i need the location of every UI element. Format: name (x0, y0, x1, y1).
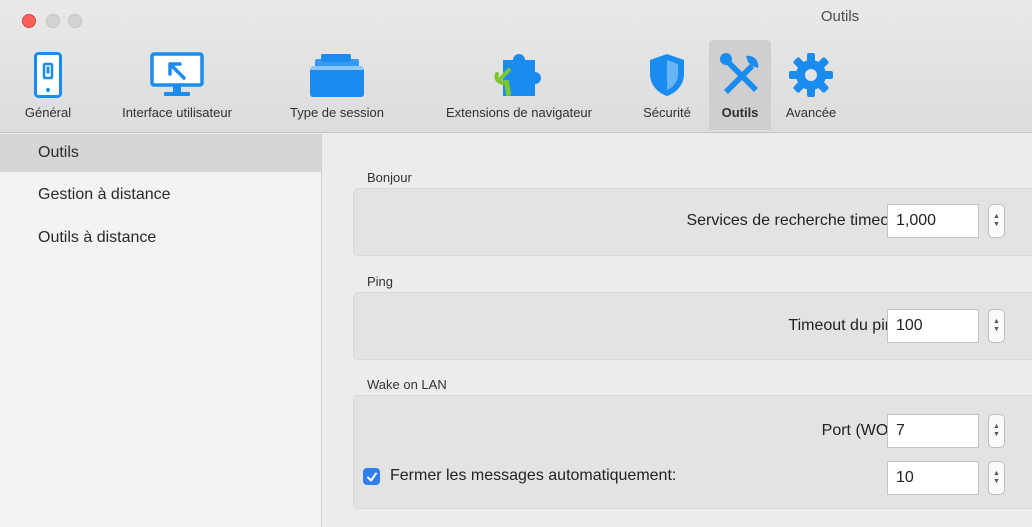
sidebar-item-remote-tools[interactable]: Outils à distance (0, 218, 321, 258)
sidebar: Outils Gestion à distance Outils à dista… (0, 134, 322, 527)
tab-advanced-label: Avancée (785, 105, 837, 120)
ping-timeout-input[interactable] (887, 309, 979, 343)
wol-port-stepper[interactable]: ▲ ▼ (988, 414, 1005, 448)
sidebar-item-remote-management[interactable]: Gestion à distance (0, 175, 321, 215)
preferences-window: Outils Général Interface utilisateur Typ… (0, 0, 1032, 527)
checkmark-icon (366, 472, 377, 481)
wol-group: Port (WOL): ▲▼ Fermer les messages autom… (353, 395, 1032, 509)
tab-advanced[interactable]: Avancée (776, 40, 846, 130)
minimize-window-button[interactable] (46, 14, 60, 28)
tab-general-label: Général (24, 105, 72, 120)
settings-panel: Bonjour Services de recherche timeout: ▲… (323, 134, 1032, 527)
bonjour-group: Services de recherche timeout: ▲▼ (353, 188, 1032, 256)
puzzle-icon (494, 54, 541, 97)
window-title: Outils (820, 8, 860, 25)
shield-icon (650, 54, 684, 96)
tab-browser-extensions-label: Extensions de navigateur (446, 105, 592, 120)
tab-security[interactable]: Sécurité (632, 40, 702, 130)
auto-close-checkbox[interactable] (363, 468, 380, 485)
folder-stack-icon (310, 54, 364, 97)
tab-general[interactable]: Général (14, 40, 82, 130)
ping-timeout-stepper[interactable]: ▲ ▼ (988, 309, 1005, 343)
auto-close-label: Fermer les messages automatiquement: (390, 467, 677, 484)
wol-port-input[interactable] (887, 414, 979, 448)
tab-session-type-label: Type de session (290, 105, 384, 120)
switch-icon (34, 52, 62, 98)
sidebar-item-tools[interactable]: Outils (0, 134, 321, 172)
tab-security-label: Sécurité (643, 105, 691, 120)
bonjour-group-title: Bonjour (367, 170, 412, 185)
auto-close-stepper[interactable]: ▲ ▼ (988, 461, 1005, 495)
gear-icon (789, 53, 833, 97)
close-window-button[interactable] (22, 14, 36, 28)
tab-session-type[interactable]: Type de session (268, 40, 406, 130)
tab-browser-extensions[interactable]: Extensions de navigateur (410, 40, 628, 130)
ping-group-title: Ping (367, 274, 394, 289)
search-timeout-input[interactable] (887, 204, 979, 238)
ping-group: Timeout du ping: ▲▼ (353, 292, 1032, 360)
tools-icon (720, 53, 759, 94)
zoom-window-button[interactable] (68, 14, 82, 28)
monitor-icon (150, 52, 204, 96)
search-timeout-label: Services de recherche timeout: (686, 212, 907, 229)
tab-tools-label: Outils (721, 105, 759, 120)
tab-tools[interactable]: Outils (709, 40, 771, 130)
wol-group-title: Wake on LAN (367, 377, 447, 392)
search-timeout-stepper[interactable]: ▲ ▼ (988, 204, 1005, 238)
tab-interface[interactable]: Interface utilisateur (94, 40, 260, 130)
auto-close-input[interactable] (887, 461, 979, 495)
tab-interface-label: Interface utilisateur (122, 105, 232, 120)
toolbar: Outils Général Interface utilisateur Typ… (0, 0, 1032, 133)
